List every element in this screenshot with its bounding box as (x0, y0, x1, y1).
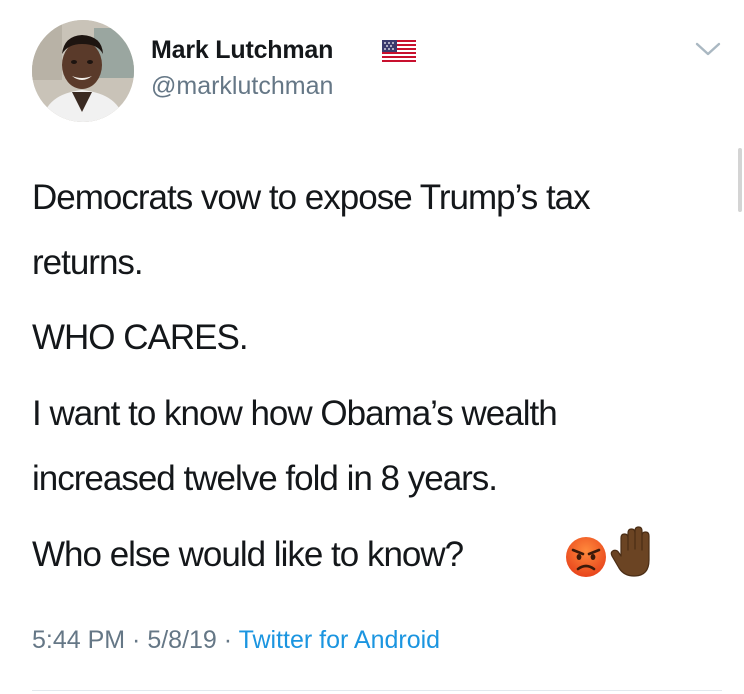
raised-hand-icon (610, 526, 650, 577)
scrollbar[interactable] (738, 148, 742, 212)
chevron-down-icon[interactable] (694, 40, 722, 58)
user-handle[interactable]: @marklutchman (151, 72, 333, 101)
separator-dot: · (125, 626, 148, 654)
tweet-text-line: increased twelve fold in 8 years. (32, 459, 498, 498)
display-name[interactable]: Mark Lutchman (151, 36, 333, 65)
tweet-source-link[interactable]: Twitter for Android (239, 626, 440, 654)
tweet-metadata: 5:44 PM · 5/8/19 · Twitter for Android (32, 626, 440, 655)
divider (32, 690, 722, 691)
tweet-date[interactable]: 5/8/19 (147, 626, 217, 654)
tweet-time[interactable]: 5:44 PM (32, 626, 125, 654)
tweet-text-line: Democrats vow to expose Trump’s tax (32, 178, 591, 217)
angry-face-icon (566, 537, 606, 577)
tweet-text-line: WHO CARES. (32, 318, 249, 357)
tweet-text-line: Who else would like to know? (32, 535, 464, 574)
separator-dot: · (216, 626, 239, 654)
us-flag-icon (382, 40, 416, 62)
tweet-text-line: returns. (32, 243, 144, 282)
avatar[interactable] (32, 20, 134, 122)
tweet-text-line: I want to know how Obama’s wealth (32, 394, 558, 433)
tweet-card: Mark Lutchman @marklutchman Democrats vo… (0, 0, 744, 694)
avatar-photo (32, 20, 134, 122)
